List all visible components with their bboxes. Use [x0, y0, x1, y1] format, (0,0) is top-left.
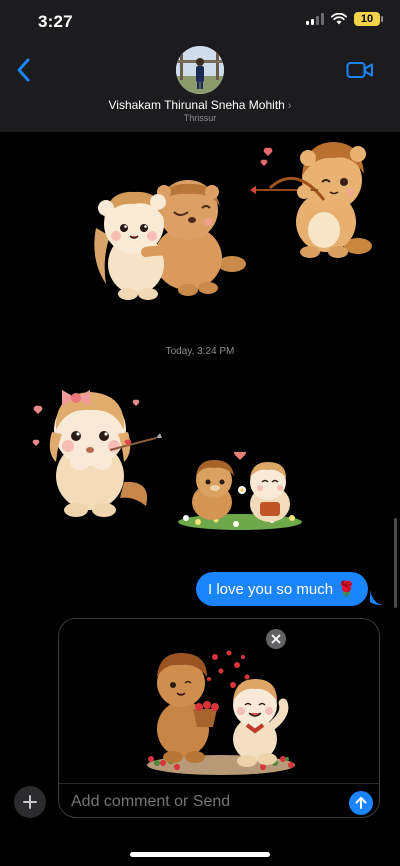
sent-message-text: I love you so much 🌹 — [208, 581, 356, 598]
garden-bears-sticker[interactable] — [176, 452, 304, 532]
add-button[interactable] — [14, 786, 46, 818]
compose-box — [58, 618, 380, 818]
status-time: 3:27 — [38, 12, 73, 31]
sent-message-bubble[interactable]: I love you so much 🌹 — [196, 572, 368, 606]
chevron-left-icon[interactable] — [14, 56, 34, 84]
flower-basket-bears-sticker — [147, 650, 295, 775]
battery-icon: 10 — [354, 12, 383, 26]
video-camera-icon[interactable] — [346, 60, 374, 80]
contact-name-row[interactable]: Vishakam Thirunal Sneha Mohith › — [0, 98, 400, 112]
status-icons: 10 — [306, 12, 383, 26]
cupid-bear-sticker[interactable] — [248, 130, 376, 260]
arrow-up-icon — [355, 797, 367, 809]
home-indicator[interactable] — [130, 852, 270, 857]
avatar[interactable] — [176, 46, 224, 94]
chevron-right-icon: › — [287, 100, 292, 112]
send-button[interactable] — [349, 791, 373, 815]
contact-name: Vishakam Thirunal Sneha Mohith — [108, 98, 285, 112]
close-icon[interactable] — [266, 629, 286, 649]
bubble-tail — [370, 590, 382, 605]
conversation-header: 3:27 10 Vishakam Thirunal Sneha Mohith› — [0, 0, 400, 132]
comment-input[interactable] — [71, 793, 331, 811]
hugging-bears-sticker[interactable] — [92, 178, 248, 302]
plus-icon — [23, 795, 37, 809]
scrollbar[interactable] — [394, 518, 397, 608]
message-timestamp: Today, 3:24 PM — [165, 346, 235, 357]
contact-location: Thrissur — [183, 113, 217, 123]
wifi-icon — [331, 13, 347, 25]
compose-divider — [59, 783, 379, 784]
bow-heart-bear-sticker[interactable] — [28, 372, 162, 520]
cellular-signal-icon — [306, 13, 324, 25]
